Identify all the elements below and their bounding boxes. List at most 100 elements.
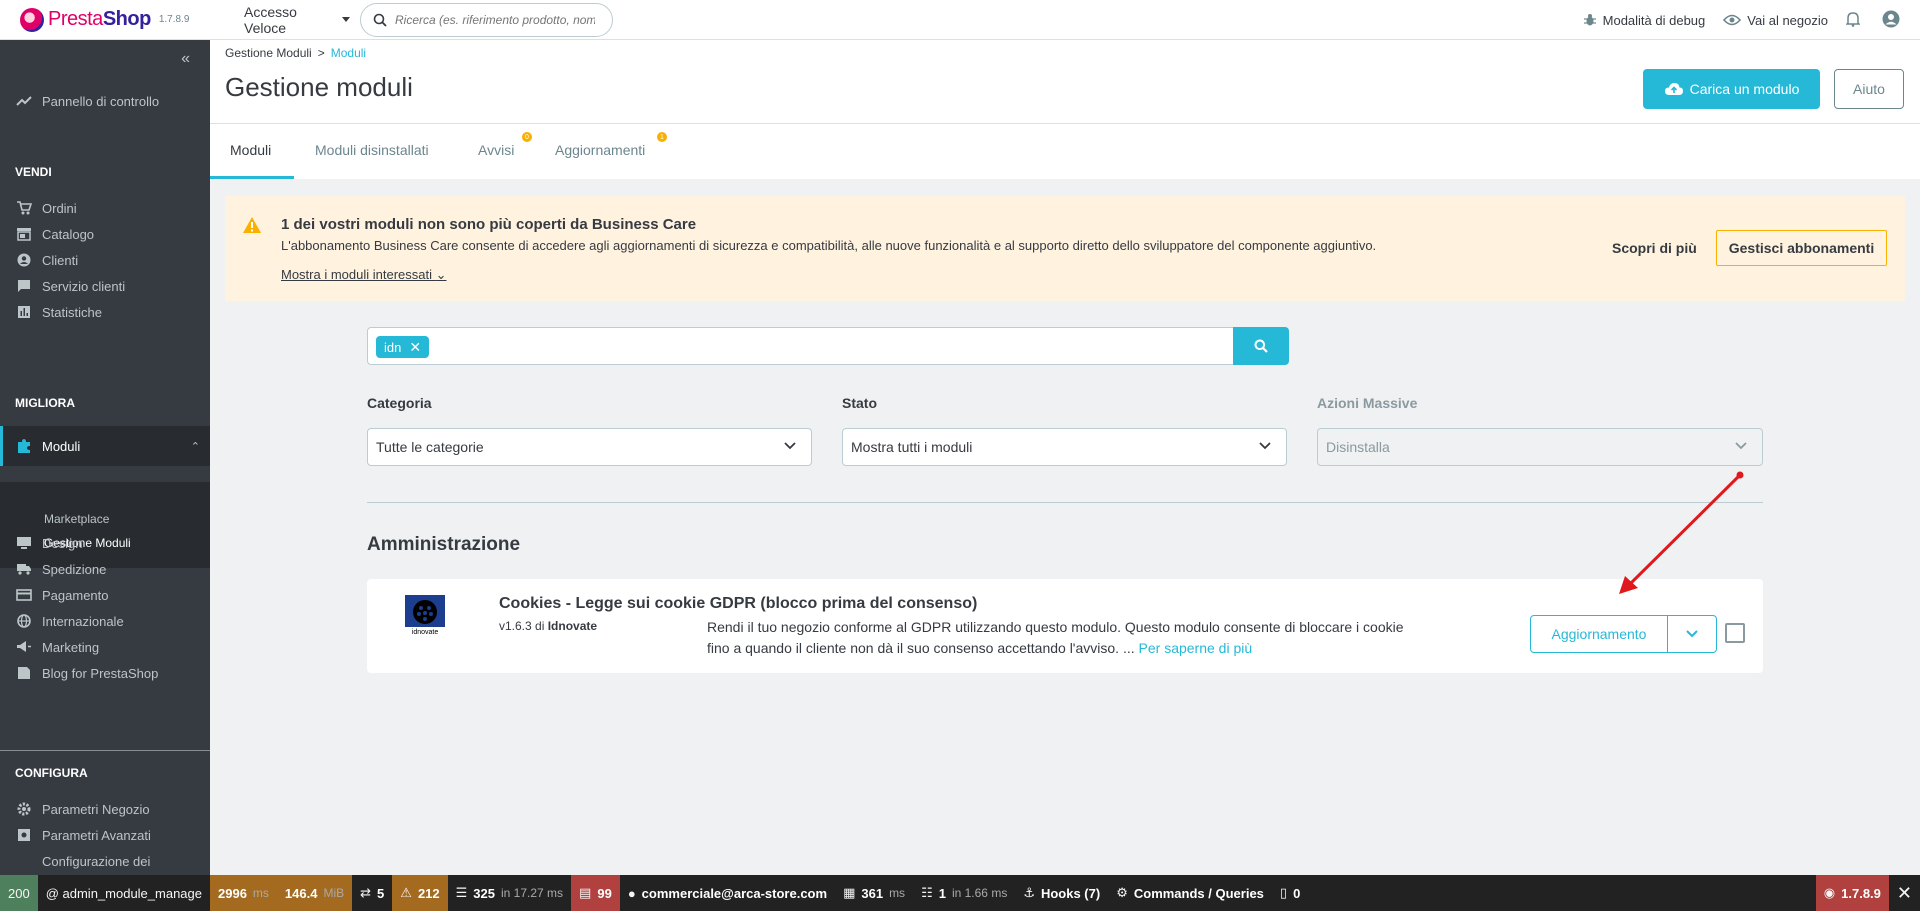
module-author: Idnovate bbox=[547, 619, 598, 633]
learn-more-link[interactable]: Scopri di più bbox=[1612, 240, 1697, 256]
module-actions-dropdown[interactable] bbox=[1667, 615, 1717, 653]
sidebar-item-dashboard[interactable]: Pannello di controllo bbox=[0, 88, 210, 114]
debug-hooks[interactable]: ⚓ Hooks (7) bbox=[1015, 875, 1108, 911]
upload-module-button[interactable]: Carica un modulo bbox=[1643, 69, 1820, 109]
updates-count-badge: 1 bbox=[657, 132, 667, 142]
sidebar-item-stats[interactable]: Statistiche bbox=[0, 299, 210, 325]
tab-alerts[interactable]: Avvisi bbox=[478, 142, 514, 158]
sidebar-item-modules[interactable]: Moduli ⌃ bbox=[0, 426, 210, 466]
user-icon bbox=[1882, 10, 1900, 27]
settings-applications-icon bbox=[16, 827, 32, 843]
read-more-link[interactable]: Per saperne di più bbox=[1139, 640, 1253, 656]
sidebar-item-design[interactable]: Design bbox=[0, 530, 210, 556]
sidebar-item-shipping[interactable]: Spedizione bbox=[0, 556, 210, 582]
search-tag[interactable]: idn ✕ bbox=[376, 336, 430, 358]
bar-chart-icon bbox=[16, 304, 32, 320]
sidebar-item-catalog[interactable]: Catalogo bbox=[0, 221, 210, 247]
collapse-sidebar-icon[interactable]: « bbox=[181, 50, 190, 68]
sidebar-item-shop-parameters[interactable]: Parametri Negozio bbox=[0, 796, 210, 822]
sidebar-item-blog[interactable]: Blog for PrestaShop bbox=[0, 660, 210, 686]
sidebar: « Pannello di controllo VENDI Ordini Cat… bbox=[0, 40, 210, 875]
module-search-input[interactable]: idn ✕ bbox=[367, 327, 1234, 365]
search-icon bbox=[373, 13, 387, 27]
module-select-checkbox[interactable] bbox=[1725, 623, 1745, 643]
eye-icon bbox=[1723, 14, 1742, 26]
prestashop-logo[interactable]: PrestaShop 1.7.8.9 bbox=[20, 7, 210, 32]
page-header: Gestione Moduli > Moduli Gestione moduli C… bbox=[210, 40, 1920, 179]
person-icon: ● bbox=[627, 885, 636, 901]
search-button[interactable] bbox=[1233, 327, 1289, 365]
puzzle-icon bbox=[16, 438, 32, 454]
cart-icon bbox=[16, 200, 32, 216]
notifications-button[interactable] bbox=[1845, 11, 1861, 30]
quick-access-dropdown[interactable]: Accesso Veloce bbox=[244, 4, 350, 36]
sidebar-subitem-marketplace[interactable]: Marketplace bbox=[44, 512, 109, 526]
globe-icon bbox=[16, 613, 32, 629]
sidebar-item-marketing[interactable]: Marketing bbox=[0, 634, 210, 660]
help-button[interactable]: Aiuto bbox=[1834, 69, 1904, 109]
hook-icon: ⚓ bbox=[1023, 885, 1035, 900]
campaign-icon bbox=[16, 639, 32, 655]
debug-performance[interactable]: 2996 ms 146.4 MiB bbox=[210, 875, 353, 911]
debug-route[interactable]: @ admin_module_manage bbox=[38, 875, 210, 911]
tab-uninstalled-modules[interactable]: Moduli disinstallati bbox=[315, 142, 429, 158]
desktop-icon bbox=[16, 535, 32, 551]
alert-title: 1 dei vostri moduli non sono più coperti… bbox=[281, 216, 697, 233]
breadcrumb-parent[interactable]: Gestione Moduli bbox=[225, 46, 312, 60]
debug-twig[interactable]: ▦ 361 ms bbox=[835, 875, 913, 911]
debug-database[interactable]: ☷ 1 in 1.66 ms bbox=[913, 875, 1015, 911]
view-shop-link[interactable]: Vai al negozio bbox=[1723, 13, 1828, 28]
debug-logs[interactable]: ⚠ 212 bbox=[392, 875, 448, 911]
sidebar-item-customers[interactable]: Clienti bbox=[0, 247, 210, 273]
credit-card-icon bbox=[16, 587, 32, 603]
debug-status[interactable]: 200 bbox=[0, 875, 38, 911]
store-icon bbox=[16, 226, 32, 242]
remove-tag-icon[interactable]: ✕ bbox=[409, 339, 421, 356]
translation-icon: ▤ bbox=[579, 885, 592, 900]
debug-symfony-version[interactable]: ◉ 1.7.8.9 bbox=[1815, 875, 1889, 911]
debug-cache[interactable]: ☰ 325 in 17.27 ms bbox=[448, 875, 571, 911]
gear-icon: ⚙ bbox=[1116, 885, 1128, 900]
debug-mode-link[interactable]: Modalità di debug bbox=[1583, 13, 1705, 28]
chevron-down-icon bbox=[784, 442, 796, 450]
cloud-upload-icon bbox=[1664, 83, 1683, 95]
tab-modules[interactable]: Moduli bbox=[230, 142, 271, 158]
show-affected-modules-link[interactable]: Mostra i moduli interessati ⌄ bbox=[281, 267, 447, 283]
upgrade-module-button[interactable]: Aggiornamento bbox=[1530, 615, 1668, 653]
tab-updates[interactable]: Aggiornamenti bbox=[555, 142, 645, 158]
debug-messenger[interactable]: ▯ 0 bbox=[1272, 875, 1308, 911]
sidebar-section-configure: CONFIGURA bbox=[15, 766, 88, 780]
top-search[interactable] bbox=[360, 2, 613, 37]
sidebar-divider bbox=[0, 750, 210, 751]
debug-commands[interactable]: ⚙ Commands / Queries bbox=[1108, 875, 1272, 911]
debug-security[interactable]: ● commerciale@arca-store.com bbox=[620, 875, 835, 911]
top-search-input[interactable] bbox=[395, 12, 595, 27]
debug-translations[interactable]: ▤ 99 bbox=[571, 875, 620, 911]
twig-icon: ▦ bbox=[843, 885, 856, 900]
category-select[interactable]: Tutte le categorie bbox=[367, 428, 812, 466]
manage-subscriptions-button[interactable]: Gestisci abbonamenti bbox=[1716, 230, 1887, 266]
business-care-alert: 1 dei vostri moduli non sono più coperti… bbox=[225, 196, 1905, 301]
trending-up-icon bbox=[16, 93, 32, 109]
sidebar-item-orders[interactable]: Ordini bbox=[0, 195, 210, 221]
sidebar-item-advanced-parameters[interactable]: Parametri Avanzati bbox=[0, 822, 210, 848]
alert-text: L'abbonamento Business Care consente di … bbox=[281, 238, 1377, 253]
sidebar-item-payment[interactable]: Pagamento bbox=[0, 582, 210, 608]
module-name[interactable]: Cookies - Legge sui cookie GDPR (blocco … bbox=[499, 595, 977, 613]
category-label: Categoria bbox=[367, 395, 432, 411]
sidebar-item-international[interactable]: Internazionale bbox=[0, 608, 210, 634]
sidebar-item-customer-service[interactable]: Servizio clienti bbox=[0, 273, 210, 299]
annotation-arrow bbox=[1619, 471, 1744, 594]
alerts-count-badge: 0 bbox=[522, 132, 532, 142]
chat-icon bbox=[16, 278, 32, 294]
module-version: v1.6.3 di Idnovate bbox=[499, 619, 598, 633]
debug-forms[interactable]: ⇄ 5 bbox=[352, 875, 392, 911]
close-toolbar-button[interactable]: ✕ bbox=[1889, 875, 1920, 911]
sidebar-item-configuration[interactable]: Configurazione dei bbox=[0, 848, 210, 874]
symfony-debug-toolbar: 200 @ admin_module_manage 2996 ms 146.4 Mi… bbox=[0, 875, 1920, 911]
active-tab-indicator bbox=[210, 176, 294, 179]
breadcrumb-current[interactable]: Moduli bbox=[331, 46, 366, 60]
employee-menu-button[interactable] bbox=[1882, 10, 1900, 31]
status-select[interactable]: Mostra tutti i moduli bbox=[842, 428, 1287, 466]
bulk-actions-select: Disinstalla bbox=[1317, 428, 1763, 466]
